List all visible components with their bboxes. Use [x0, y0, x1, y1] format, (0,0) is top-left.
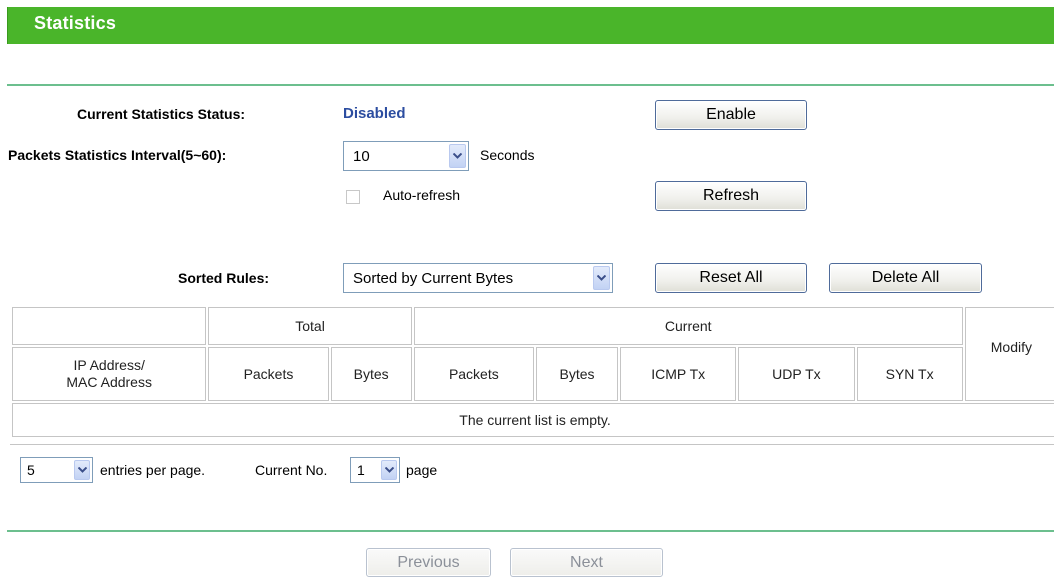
header-ip-mac: IP Address/ MAC Address — [12, 347, 207, 401]
reset-all-button[interactable]: Reset All — [655, 263, 807, 293]
header-icmp-tx: ICMP Tx — [620, 347, 737, 401]
header-total-bytes: Bytes — [330, 347, 412, 401]
header-total: Total — [208, 307, 412, 345]
header-total-packets: Packets — [208, 347, 329, 401]
status-label: Current Statistics Status: — [77, 106, 246, 122]
chevron-down-icon — [449, 144, 466, 168]
header-modify: Modify — [964, 307, 1054, 401]
sorted-rules-select[interactable]: Sorted by Current Bytes — [343, 263, 613, 293]
entries-per-page-text: entries per page. — [100, 462, 206, 478]
next-button[interactable]: Next — [510, 548, 663, 577]
empty-list-message: The current list is empty. — [12, 403, 1054, 437]
title-bar: Statistics — [7, 7, 1054, 44]
page-title: Statistics — [34, 13, 117, 33]
divider-top — [7, 84, 1054, 86]
status-value: Disabled — [343, 105, 406, 122]
delete-all-button[interactable]: Delete All — [829, 263, 982, 293]
header-blank-cell — [12, 307, 207, 345]
chevron-down-icon — [74, 460, 90, 480]
entries-per-page-select[interactable]: 5 — [20, 457, 93, 483]
header-current-bytes: Bytes — [535, 347, 619, 401]
sorted-rules-label: Sorted Rules: — [178, 270, 270, 286]
table-bottom-line — [10, 444, 1054, 445]
header-udp-tx: UDP Tx — [738, 347, 855, 401]
interval-unit: Seconds — [480, 147, 535, 163]
auto-refresh-checkbox[interactable] — [346, 190, 360, 204]
interval-select-value: 10 — [353, 147, 370, 165]
auto-refresh-label: Auto-refresh — [383, 187, 461, 203]
entries-per-page-value: 5 — [27, 462, 35, 478]
enable-button[interactable]: Enable — [655, 100, 807, 130]
chevron-down-icon — [593, 266, 610, 290]
divider-bottom — [7, 530, 1054, 532]
sorted-rules-select-value: Sorted by Current Bytes — [353, 269, 514, 287]
header-current: Current — [413, 307, 963, 345]
previous-button[interactable]: Previous — [366, 548, 491, 577]
chevron-down-icon — [381, 460, 397, 480]
header-syn-tx: SYN Tx — [856, 347, 963, 401]
refresh-button[interactable]: Refresh — [655, 181, 807, 211]
page-text: page — [406, 462, 438, 478]
interval-select[interactable]: 10 — [343, 141, 469, 171]
current-no-label: Current No. — [255, 462, 328, 478]
interval-label: Packets Statistics Interval(5~60): — [8, 147, 227, 163]
page-number-value: 1 — [357, 462, 365, 478]
page-number-select[interactable]: 1 — [350, 457, 400, 483]
header-current-packets: Packets — [413, 347, 534, 401]
statistics-table: Total Current Modify IP Address/ MAC Add… — [10, 305, 1054, 439]
